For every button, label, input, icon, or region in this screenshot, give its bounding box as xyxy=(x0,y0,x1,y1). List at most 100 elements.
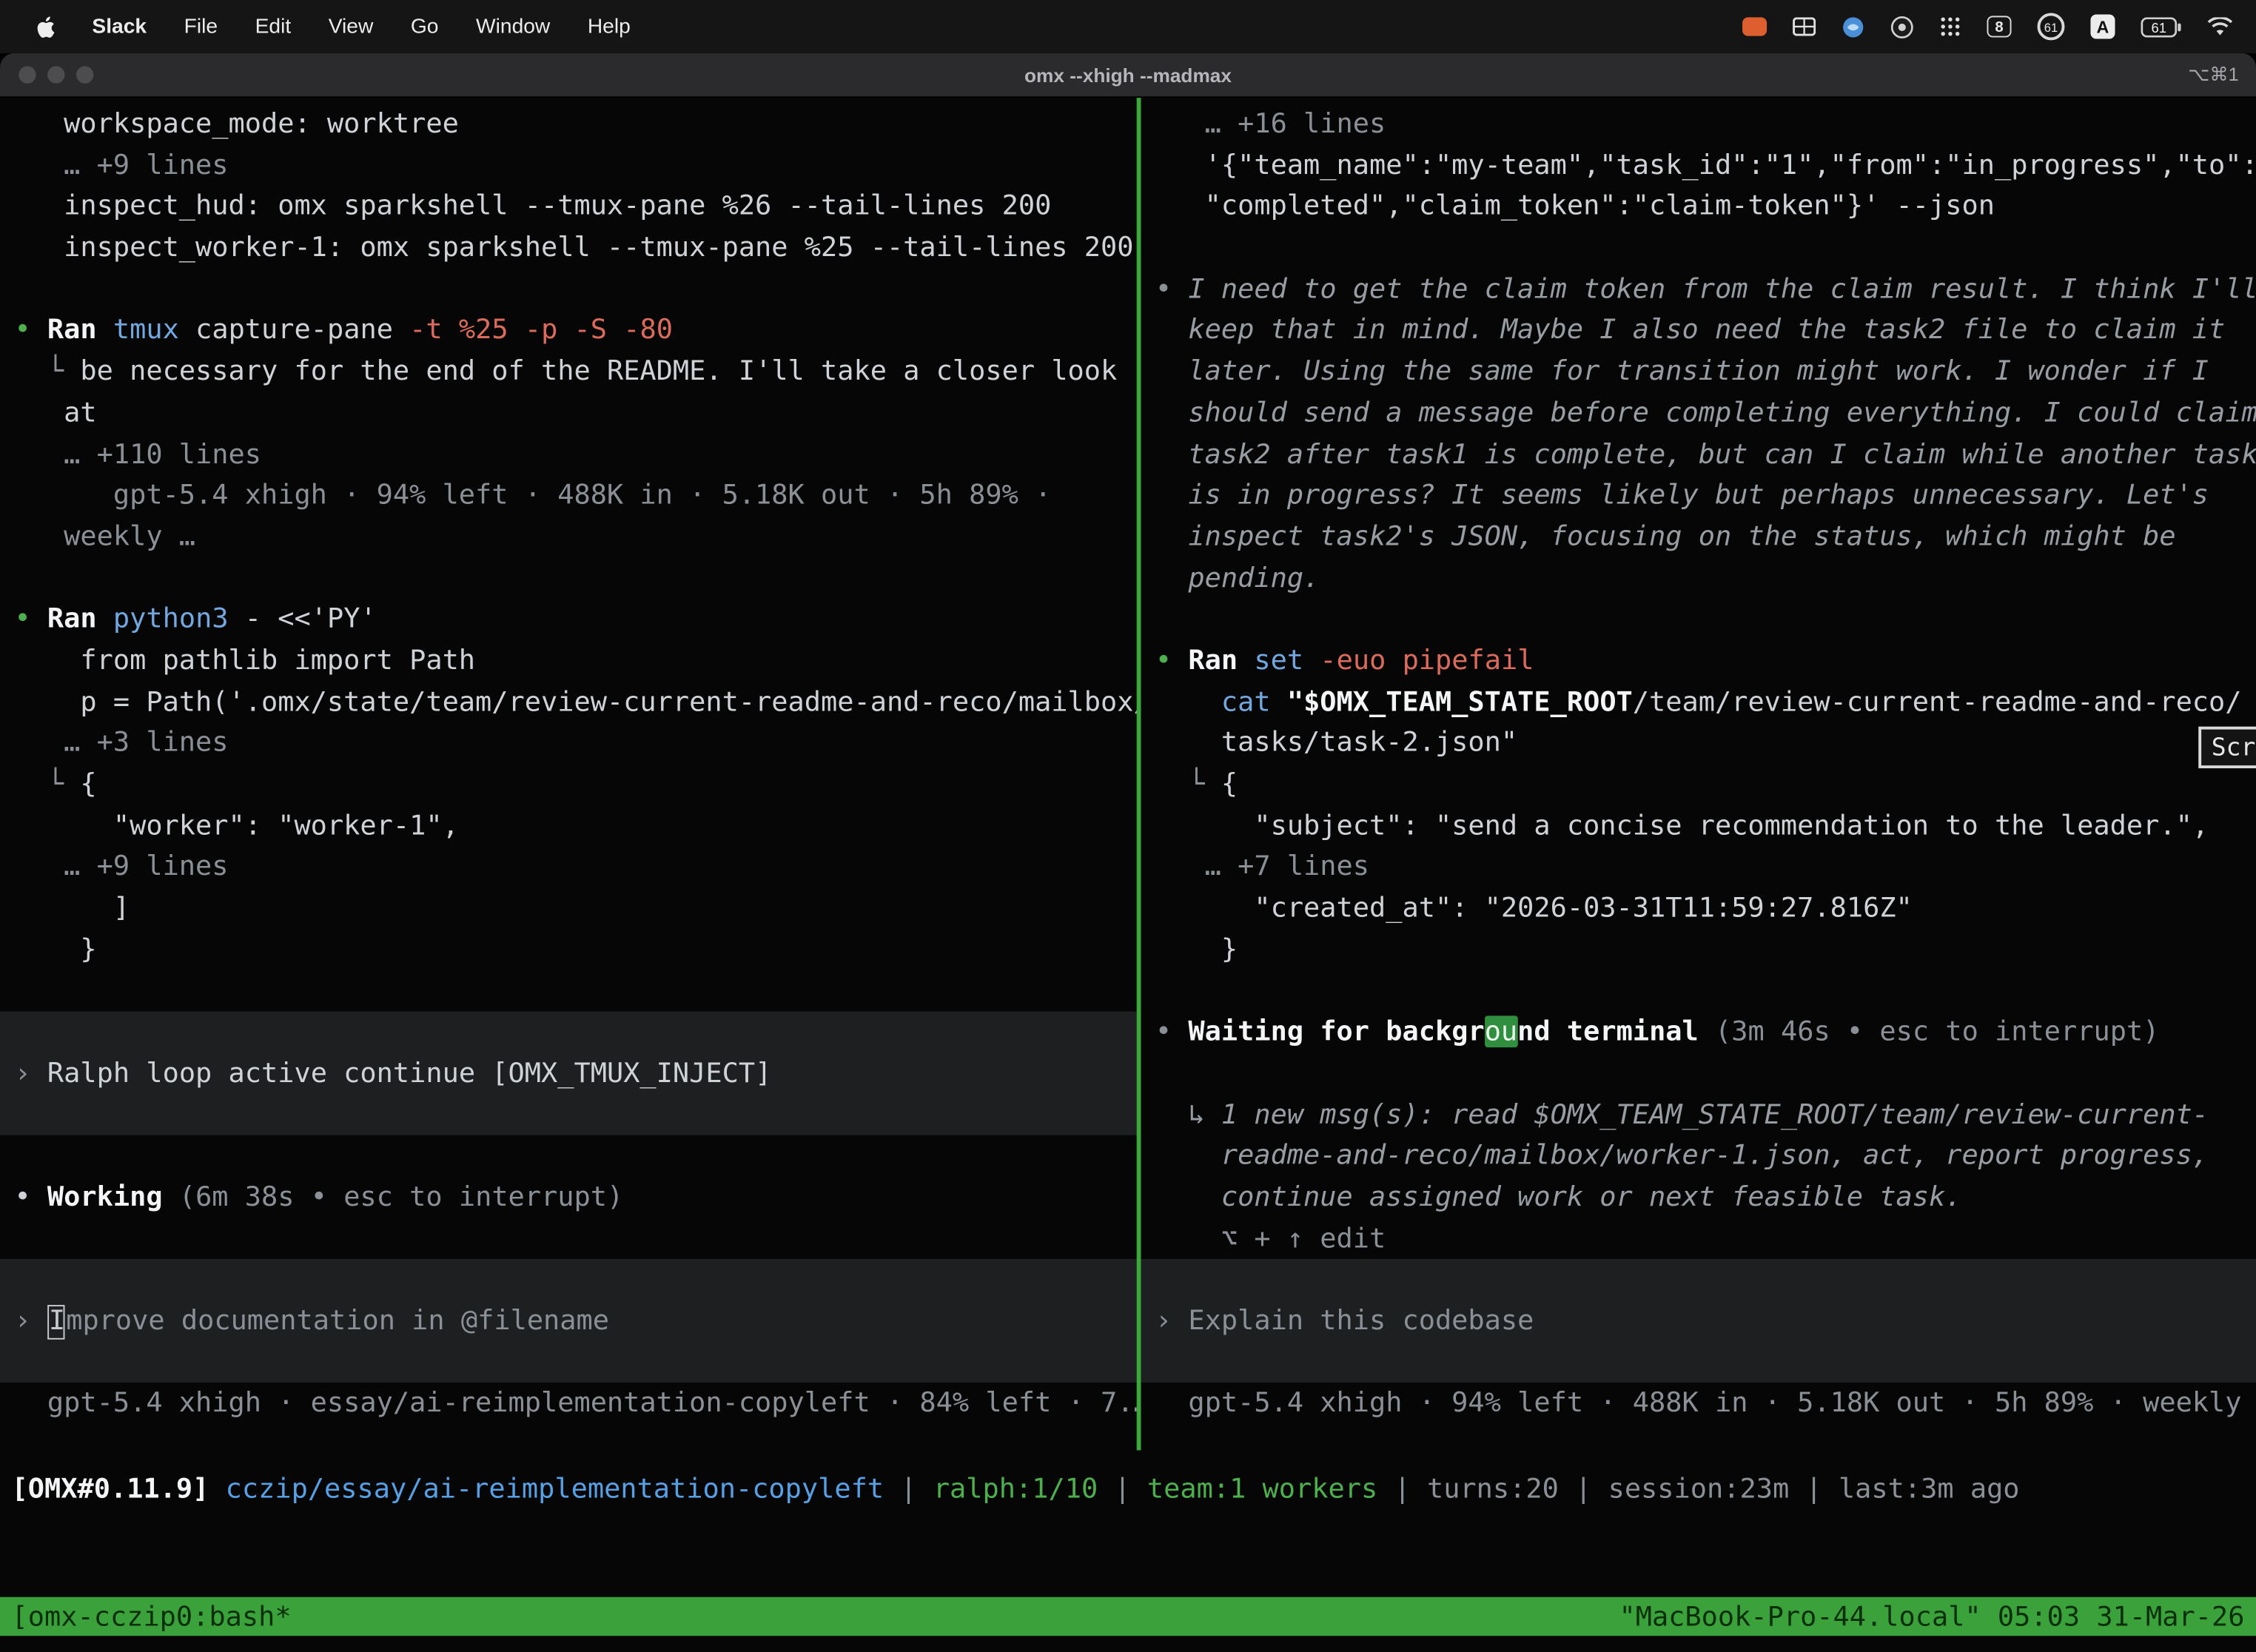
menu-view[interactable]: View xyxy=(309,0,392,53)
apple-menu-icon[interactable] xyxy=(20,13,73,39)
terminal-line: gpt-5.4 xhigh · 94% left · 488K in · 5.1… xyxy=(1155,1383,2256,1425)
text-segment: "subject": "send a concise recommendatio… xyxy=(1155,810,2209,842)
text-segment: later. Using the same for transition mig… xyxy=(1155,355,2209,387)
keypad-icon[interactable]: 8 xyxy=(1987,16,2011,37)
text-segment: team:1 workers xyxy=(1147,1474,1377,1505)
text-segment: /team/review-current-readme-and-reco/ xyxy=(1633,686,2242,718)
text-segment: tasks/task-2.json" xyxy=(1155,727,1517,759)
window-grid-icon[interactable] xyxy=(1793,17,1816,36)
text-segment: • xyxy=(14,1181,47,1213)
text-segment: gpt-5.4 xhigh · 94% left · 488K in · 5.1… xyxy=(1155,1387,2256,1419)
text-segment: [OMX#0.11.9] xyxy=(12,1474,226,1505)
menu-bar: Slack File Edit View Go Window Help 8 61 xyxy=(0,0,2256,53)
text-segment: | xyxy=(1559,1474,1608,1505)
menu-window[interactable]: Window xyxy=(457,0,569,53)
text-segment: • xyxy=(14,603,47,635)
text-segment: ⌥ + ↑ edit xyxy=(1155,1222,1386,1254)
text-segment: readme-and-reco/mailbox/worker-1.json, a… xyxy=(1155,1140,2209,1172)
terminal-line xyxy=(14,269,1136,310)
terminal-content: workspace_mode: worktree … +9 lines insp… xyxy=(0,98,2256,1650)
text-segment: task2 after task1 is complete, but can I… xyxy=(1155,438,2256,470)
wifi-icon[interactable] xyxy=(2207,16,2233,36)
text-segment: • xyxy=(1155,273,1188,305)
text-segment: turns:20 xyxy=(1427,1474,1559,1505)
dark-circle-app-icon[interactable] xyxy=(1890,15,1913,38)
text-segment: … +9 lines xyxy=(14,851,228,883)
text-segment: "$OMX_TEAM_STATE_ROOT xyxy=(1287,686,1633,718)
prompt-input[interactable]: › Improve documentation in @filename xyxy=(0,1259,1137,1383)
text-segment: } xyxy=(1155,933,1238,965)
terminal-line: is in progress? It seems likely but perh… xyxy=(1155,475,2256,517)
terminal-line: cat "$OMX_TEAM_STATE_ROOT/team/review-cu… xyxy=(1155,682,2256,723)
minimize-button[interactable] xyxy=(47,66,64,83)
terminal-line: └ { xyxy=(14,764,1136,805)
menu-edit[interactable]: Edit xyxy=(236,0,309,53)
terminal-line: continue assigned work or next feasible … xyxy=(1155,1177,2256,1218)
text-segment: … +3 lines xyxy=(14,727,228,759)
terminal-line: inspect_worker-1: omx sparkshell --tmux-… xyxy=(14,227,1136,269)
terminal-line: … +7 lines xyxy=(1155,847,2256,888)
text-segment: keep that in mind. Maybe I also need the… xyxy=(1155,315,2225,346)
text-segment: ↳ 1 new msg(s): read $OMX_TEAM_STATE_ROO… xyxy=(1155,1098,2209,1130)
terminal-line xyxy=(1155,599,2256,640)
text-segment: Working xyxy=(47,1181,163,1213)
text-segment: { xyxy=(1221,768,1238,800)
screen-recording-icon[interactable] xyxy=(1742,17,1767,36)
text-segment: • xyxy=(14,315,47,346)
window-titlebar[interactable]: omx --xhigh --madmax ⌥⌘1 xyxy=(0,53,2256,98)
text-segment: Ralph loop active continue [OMX_TMUX_INJ… xyxy=(47,1058,771,1089)
tmux-pane-right[interactable]: … +16 lines '{"team_name":"my-team","tas… xyxy=(1141,98,2256,1450)
text-segment: "completed","claim_token":"claim-token"}… xyxy=(1155,190,1995,222)
close-button[interactable] xyxy=(19,66,36,83)
text-segment: at xyxy=(14,397,96,429)
terminal-line: • Ran python3 - <<'PY' xyxy=(14,599,1136,640)
text-segment: ralph:1/10 xyxy=(933,1474,1098,1505)
text-segment: › xyxy=(14,1058,47,1089)
app-menu-slack[interactable]: Slack xyxy=(73,0,165,53)
text-segment: … +9 lines xyxy=(14,150,228,181)
terminal-line: readme-and-reco/mailbox/worker-1.json, a… xyxy=(1155,1135,2256,1177)
text-segment: - <<'PY' xyxy=(229,603,377,635)
menu-help[interactable]: Help xyxy=(569,0,650,53)
terminal-line: gpt-5.4 xhigh · 94% left · 488K in · 5.1… xyxy=(14,475,1136,517)
tmux-pane-left[interactable]: workspace_mode: worktree … +9 lines insp… xyxy=(0,98,1137,1450)
text-segment: … +16 lines xyxy=(1155,108,1386,140)
terminal-line xyxy=(1155,970,2256,1012)
text-segment: Ran xyxy=(47,315,113,346)
menu-bar-left: Slack File Edit View Go Window Help xyxy=(0,0,649,53)
menu-file[interactable]: File xyxy=(165,0,236,53)
prompt-suggestion[interactable]: › Explain this codebase xyxy=(1141,1259,2256,1383)
terminal-line: gpt-5.4 xhigh · essay/ai-reimplementatio… xyxy=(14,1383,1136,1424)
terminal-line: "worker": "worker-1", xyxy=(14,805,1136,847)
menu-go[interactable]: Go xyxy=(392,0,457,53)
terminal-line: weekly … xyxy=(14,517,1136,558)
text-segment: | xyxy=(1377,1474,1427,1505)
blue-app-icon[interactable] xyxy=(1842,15,1864,38)
terminal-line: inspect_hud: omx sparkshell --tmux-pane … xyxy=(14,186,1136,227)
text-segment: └ xyxy=(14,768,80,800)
dots-grid-icon[interactable] xyxy=(1939,16,1961,37)
text-segment: last:3m ago xyxy=(1839,1474,2020,1505)
ralph-loop-banner[interactable]: › Ralph loop active continue [OMX_TMUX_I… xyxy=(0,1012,1137,1135)
text-segment: inspect_worker-1: omx sparkshell --tmux-… xyxy=(14,232,1133,263)
text-segment xyxy=(1303,645,1320,676)
terminal-line: } xyxy=(1155,929,2256,970)
battery-icon[interactable]: 61 xyxy=(2141,16,2181,36)
text-segment: p = Path('.omx/state/team/review-current… xyxy=(14,686,1136,718)
terminal-line: keep that in mind. Maybe I also need the… xyxy=(1155,310,2256,352)
terminal-line: • I need to get the claim token from the… xyxy=(1155,269,2256,310)
zoom-button[interactable] xyxy=(76,66,93,83)
window-title: omx --xhigh --madmax xyxy=(1024,64,1232,86)
text-segment: from pathlib import Path xyxy=(14,645,475,676)
terminal-line: … +3 lines xyxy=(14,722,1136,764)
text-segment: cczip/essay/ai-reimplementation-copyleft xyxy=(226,1474,884,1505)
terminal-line: ↳ 1 new msg(s): read $OMX_TEAM_STATE_ROO… xyxy=(1155,1094,2256,1135)
terminal-line: • Ran tmux capture-pane -t %25 -p -S -80 xyxy=(14,310,1136,352)
text-segment: } xyxy=(14,933,96,965)
terminal-line: at xyxy=(14,392,1136,434)
omx-status-line: [OMX#0.11.9] cczip/essay/ai-reimplementa… xyxy=(12,1469,2256,1511)
input-source-icon[interactable]: A xyxy=(2090,14,2115,38)
text-segment: continue assigned work or next feasible … xyxy=(1155,1181,1962,1213)
battery-gauge-icon[interactable]: 61 xyxy=(2038,13,2065,40)
terminal-line: … +9 lines xyxy=(14,847,1136,888)
